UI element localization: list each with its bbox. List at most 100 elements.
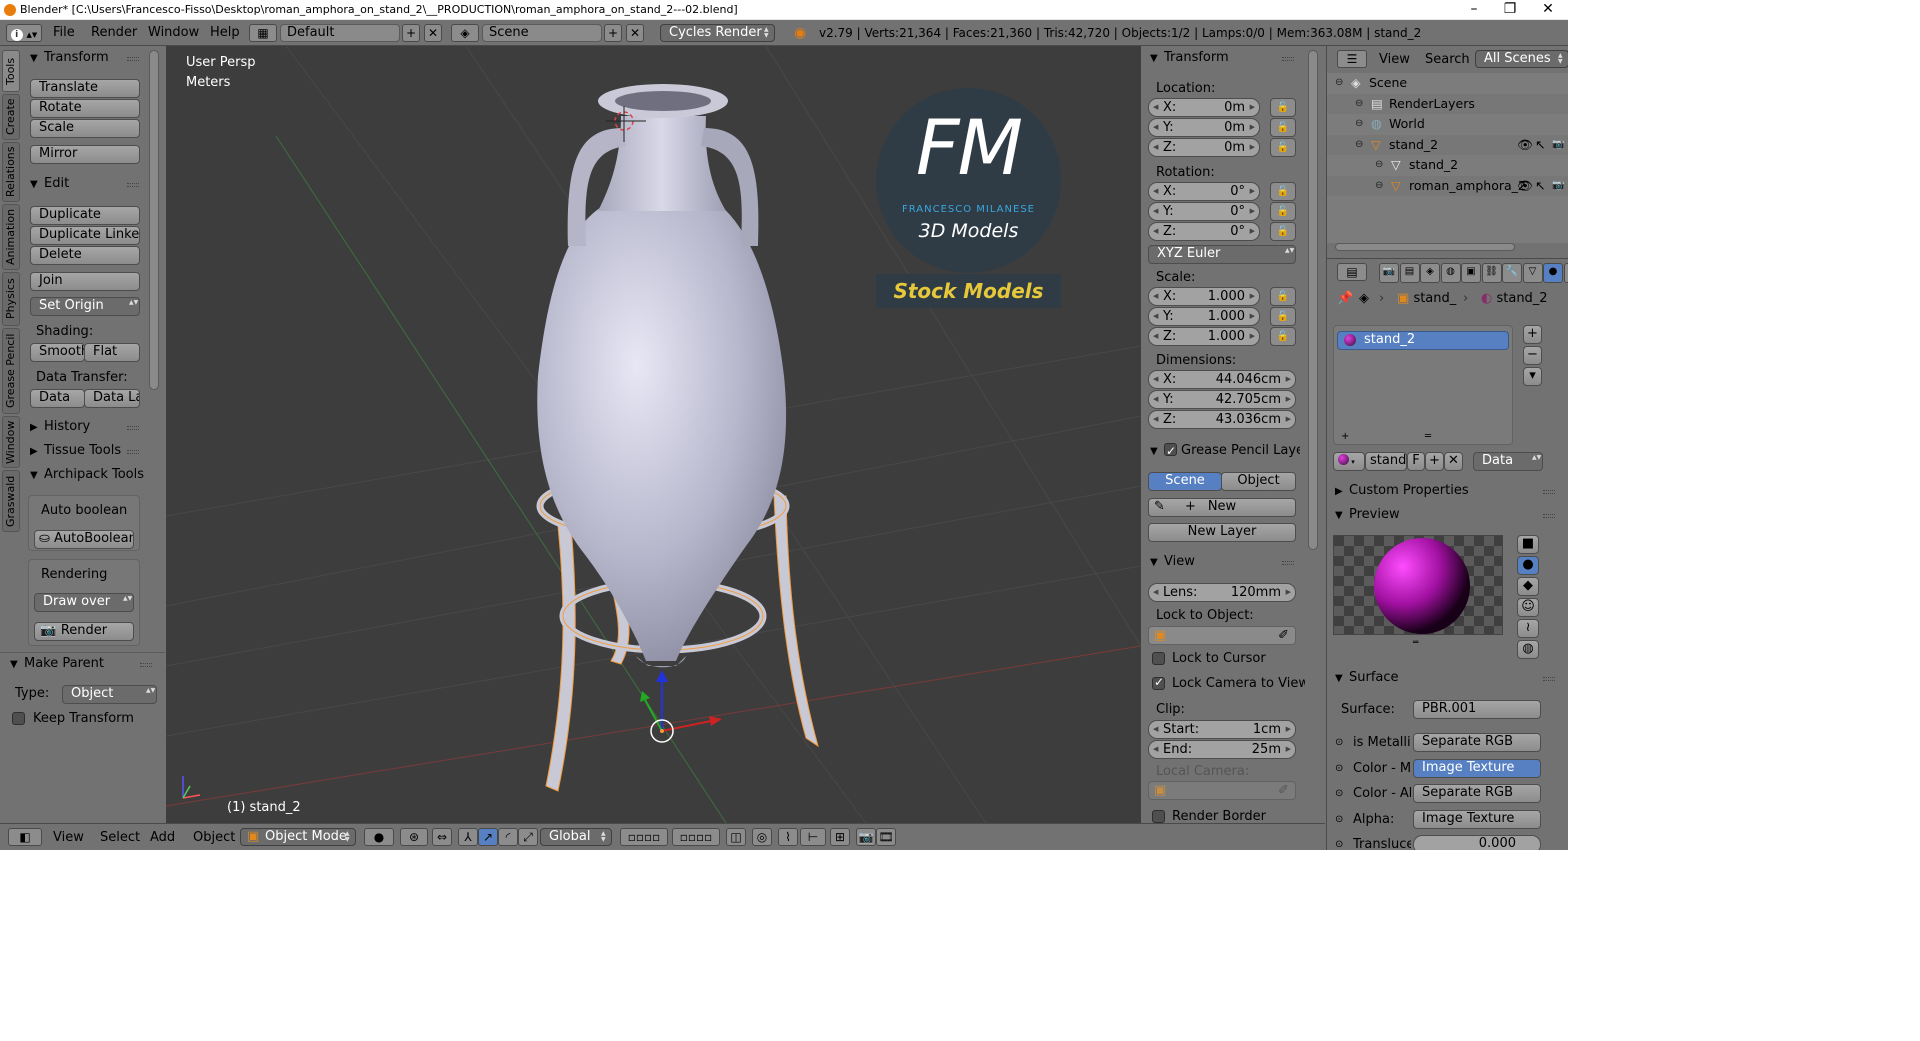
clip-end-field[interactable]: ◀ End: 25m ▶ (1148, 740, 1296, 759)
renderability-camera-icon[interactable]: 📷 (1552, 135, 1564, 155)
tab-relations[interactable]: Relations (2, 142, 20, 202)
dimensions-z-field[interactable]: ◀ Z: 43.036cm ▶ (1148, 410, 1296, 429)
translate-manipulator-icon[interactable]: ↗ (478, 828, 498, 846)
tab-create[interactable]: Create (2, 94, 20, 140)
screen-layout-field[interactable]: Default (280, 24, 400, 42)
lock-camera-checkbox[interactable] (1152, 675, 1165, 690)
mode-select[interactable]: ▣ Object Mode (240, 828, 356, 846)
constraints-tab[interactable]: ⛓ (1481, 263, 1502, 283)
tab-tools[interactable]: Tools (2, 50, 20, 92)
expand-toggle-icon[interactable]: ⊖ (1355, 94, 1363, 114)
pin-icon[interactable]: 📌 (1337, 291, 1353, 307)
editor-type-info-button[interactable]: i ▲▼ (6, 24, 42, 42)
layers-group-1[interactable]: ▫▫▫▫ (620, 828, 668, 846)
data-layout-button[interactable]: Data La (84, 389, 140, 408)
outliner-item-world[interactable]: ⊖ ◍ World (1327, 114, 1568, 134)
data-tab[interactable]: ▽ (1522, 263, 1543, 283)
tab-graswald[interactable]: Graswald (2, 470, 20, 532)
menu-select[interactable]: Select (100, 829, 140, 847)
expand-toggle-icon[interactable]: ⊖ (1355, 114, 1363, 134)
expand-toggle-icon[interactable]: ⊖ (1375, 155, 1383, 175)
join-button[interactable]: Join (30, 272, 140, 291)
snap-element-icon[interactable]: ⊢ (800, 828, 826, 846)
add-slot-button[interactable]: + (1523, 325, 1542, 344)
socket-link-icon[interactable]: ⊙ (1335, 786, 1343, 802)
surface-input-value[interactable]: 0.000 (1413, 835, 1541, 850)
preview-sky-button[interactable]: ◍ (1517, 640, 1539, 659)
transform-manipulator[interactable] (640, 670, 722, 743)
outliner-item-stand-2[interactable]: ⊖ ▽ stand_2 (1327, 155, 1568, 175)
surface-input-value[interactable]: Separate RGB (1413, 784, 1541, 803)
render-layers-tab[interactable]: ▤ (1399, 263, 1420, 283)
snap-icon[interactable]: ⌇ (778, 828, 798, 846)
maximize-button[interactable]: ❐ (1492, 0, 1528, 20)
tool-shelf-scrollbar[interactable] (149, 50, 159, 390)
history-panel-header[interactable]: ▶ History (30, 417, 145, 437)
scale-z-lock-icon[interactable]: 🔓 (1270, 327, 1296, 346)
transform-panel-header[interactable]: ▼ Transform (30, 48, 145, 68)
outliner-hscrollbar[interactable] (1335, 243, 1515, 251)
scene-tab[interactable]: ◈ (1420, 263, 1440, 283)
preview-cube-button[interactable]: ◆ (1517, 577, 1539, 596)
draw-over-select[interactable]: Draw over (34, 593, 134, 612)
mirror-button[interactable]: Mirror (30, 145, 140, 164)
material-browse-button[interactable]: ▾ (1333, 452, 1365, 471)
socket-link-icon[interactable]: ⊙ (1335, 812, 1343, 828)
world-tab[interactable]: ◍ (1440, 263, 1461, 283)
remove-screen-icon[interactable]: ✕ (424, 24, 442, 42)
socket-link-icon[interactable]: ⊙ (1335, 735, 1343, 751)
list-filter-icon[interactable]: + (1341, 429, 1349, 445)
outliner-menu-search[interactable]: Search (1425, 51, 1470, 69)
surface-input-value[interactable]: Image Texture (1413, 809, 1541, 829)
render-button[interactable]: 📷 Render (34, 622, 134, 641)
editor-type-3d-button[interactable]: ◧ (8, 828, 42, 846)
set-origin-select[interactable]: Set Origin (30, 297, 140, 316)
tissue-tools-panel-header[interactable]: ▶ Tissue Tools (30, 441, 145, 461)
preview-sphere-button[interactable]: ● (1517, 556, 1539, 575)
location-x-field[interactable]: ◀ X: 0m ▶ (1148, 98, 1260, 117)
scale-x-field[interactable]: ◀ X: 1.000 ▶ (1148, 287, 1260, 306)
scale-z-field[interactable]: ◀ Z: 1.000 ▶ (1148, 327, 1260, 346)
menu-object[interactable]: Object (193, 829, 235, 847)
lock-object-field[interactable]: ▣ ✐ (1148, 626, 1296, 645)
scale-x-lock-icon[interactable]: 🔓 (1270, 287, 1296, 306)
preview-header[interactable]: ▼ Preview (1335, 505, 1561, 525)
preview-monkey-button[interactable]: ☺ (1517, 598, 1539, 617)
add-scene-icon[interactable]: + (604, 24, 622, 42)
selectability-cursor-icon[interactable]: ↖ (1535, 135, 1545, 155)
scale-y-field[interactable]: ◀ Y: 1.000 ▶ (1148, 307, 1260, 326)
keep-transform-checkbox[interactable] (12, 712, 25, 725)
add-screen-icon[interactable]: + (402, 24, 420, 42)
surface-input-value[interactable]: Image Texture (1413, 758, 1541, 778)
location-z-field[interactable]: ◀ Z: 0m ▶ (1148, 138, 1260, 157)
duplicate-button[interactable]: Duplicate (30, 206, 140, 225)
expand-toggle-icon[interactable]: ⊖ (1375, 176, 1383, 196)
surface-input-value[interactable]: Separate RGB (1413, 733, 1541, 752)
shading-mode-icon[interactable]: ● (364, 828, 394, 846)
location-x-lock-icon[interactable]: 🔓 (1270, 98, 1296, 117)
visibility-eye-icon[interactable]: 👁 (1517, 135, 1533, 155)
modifiers-tab[interactable]: 🔧 (1502, 263, 1522, 283)
custom-properties-header[interactable]: ▶ Custom Properties (1335, 481, 1561, 501)
material-name-field[interactable]: stand (1365, 452, 1407, 471)
lock-to-cursor-checkbox[interactable] (1152, 652, 1165, 665)
dimensions-x-field[interactable]: ◀ X: 44.046cm ▶ (1148, 370, 1296, 389)
scale-button[interactable]: Scale (30, 119, 140, 138)
rotation-x-lock-icon[interactable]: 🔓 (1270, 182, 1296, 201)
parent-type-select[interactable]: Object (62, 685, 157, 704)
tab-grease-pencil[interactable]: Grease Pencil (2, 328, 20, 414)
n-transform-header[interactable]: ▼ Transform (1150, 48, 1300, 68)
surface-header[interactable]: ▼ Surface (1335, 668, 1561, 688)
material-slot-stand2[interactable]: stand_2 (1337, 331, 1509, 350)
visibility-eye-icon[interactable]: 👁 (1517, 176, 1533, 196)
clip-start-field[interactable]: ◀ Start: 1cm ▶ (1148, 720, 1296, 739)
outliner-item-stand-2[interactable]: ⊖ ▽ stand_2 👁 ↖ 📷 (1327, 134, 1568, 155)
object-tab[interactable]: ▣ (1461, 263, 1481, 283)
material-tab[interactable]: ● (1543, 263, 1563, 283)
render-border-checkbox[interactable] (1152, 810, 1165, 823)
lock-layers-icon[interactable]: ◫ (726, 828, 746, 846)
slot-specials-button[interactable]: ▾ (1523, 367, 1542, 386)
tab-animation[interactable]: Animation (2, 204, 20, 270)
surface-shader-field[interactable]: PBR.001 (1413, 700, 1541, 719)
manipulate-origins-icon[interactable]: ⇔ (432, 828, 452, 846)
